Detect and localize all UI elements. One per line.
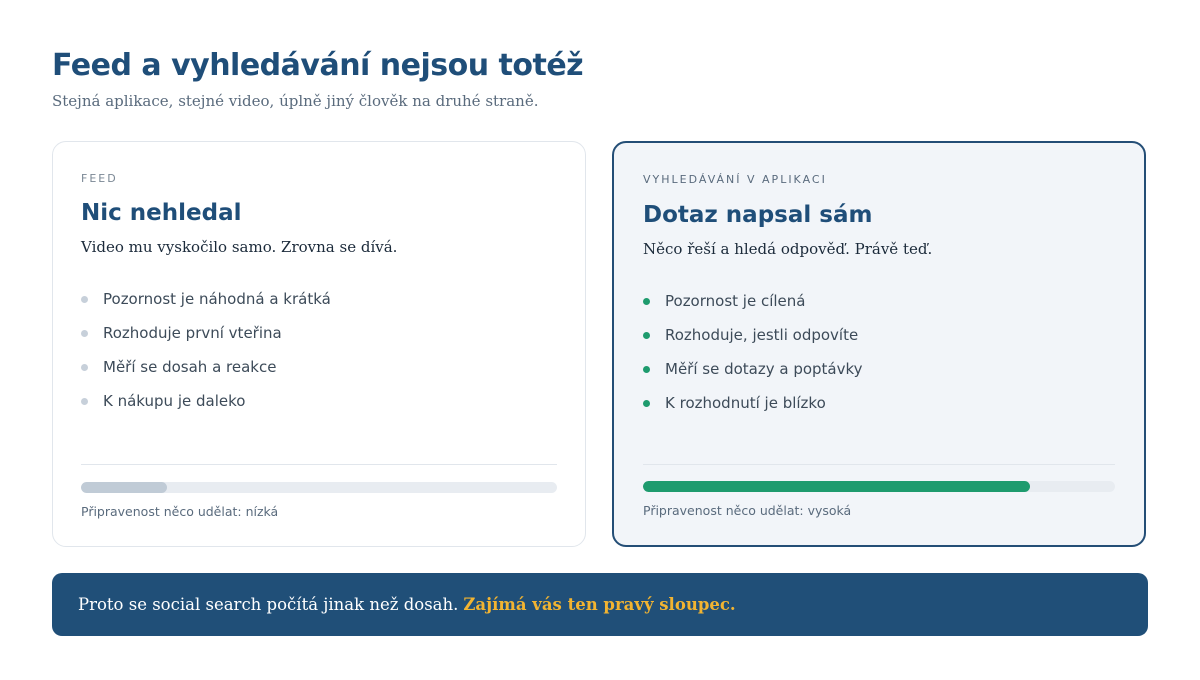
bullet-dot-icon <box>643 399 650 407</box>
bullet-dot-icon <box>81 397 88 405</box>
list-item: Měří se dosah a reakce <box>81 350 331 384</box>
card-divider <box>643 464 1115 465</box>
list-item-label: Měří se dotazy a poptávky <box>665 360 863 378</box>
list-item: K nákupu je daleko <box>81 384 331 418</box>
bullet-dot-icon <box>81 329 88 337</box>
bullet-dot-icon <box>81 295 88 303</box>
feature-list: Pozornost je cílená Rozhoduje, jestli od… <box>643 284 863 420</box>
list-item: Měří se dotazy a poptávky <box>643 352 863 386</box>
card-divider <box>81 464 557 465</box>
list-item-label: Rozhoduje, jestli odpovíte <box>665 326 859 344</box>
feed-card: FEED Nic nehledal Video mu vyskočilo sam… <box>52 141 586 547</box>
card-eyebrow: VYHLEDÁVÁNÍ V APLIKACI <box>643 173 827 186</box>
list-item-label: Rozhoduje první vteřina <box>103 324 282 342</box>
bullet-dot-icon <box>81 363 88 371</box>
list-item: Pozornost je cílená <box>643 284 863 318</box>
list-item-label: Pozornost je náhodná a krátká <box>103 290 331 308</box>
list-item-label: Pozornost je cílená <box>665 292 806 310</box>
readiness-bar <box>643 481 1115 492</box>
card-lede: Video mu vyskočilo samo. Zrovna se dívá. <box>81 238 398 256</box>
card-heading: Dotaz napsal sám <box>643 202 873 228</box>
card-lede: Něco řeší a hledá odpověď. Právě teď. <box>643 240 933 258</box>
readiness-label: Připravenost něco udělat: vysoká <box>643 503 852 518</box>
bullet-dot-icon <box>643 365 650 373</box>
readiness-bar-fill <box>81 482 167 493</box>
list-item-label: Měří se dosah a reakce <box>103 358 277 376</box>
card-eyebrow: FEED <box>81 172 118 185</box>
page-title: Feed a vyhledávání nejsou totéž <box>52 48 584 83</box>
search-card: VYHLEDÁVÁNÍ V APLIKACI Dotaz napsal sám … <box>612 141 1146 547</box>
card-heading: Nic nehledal <box>81 200 242 226</box>
readiness-bar <box>81 482 557 493</box>
bullet-dot-icon <box>643 297 650 305</box>
page-subtitle: Stejná aplikace, stejné video, úplně jin… <box>52 92 539 110</box>
readiness-bar-fill <box>643 481 1031 492</box>
banner-text: Proto se social search počítá jinak než … <box>78 595 459 614</box>
list-item: Pozornost je náhodná a krátká <box>81 282 331 316</box>
bullet-dot-icon <box>643 331 650 339</box>
list-item-label: K rozhodnutí je blízko <box>665 394 826 412</box>
conclusion-banner: Proto se social search počítá jinak než … <box>52 573 1148 636</box>
list-item: Rozhoduje první vteřina <box>81 316 331 350</box>
list-item: K rozhodnutí je blízko <box>643 386 863 420</box>
feature-list: Pozornost je náhodná a krátká Rozhoduje … <box>81 282 331 418</box>
readiness-label: Připravenost něco udělat: nízká <box>81 504 279 519</box>
list-item-label: K nákupu je daleko <box>103 392 246 410</box>
list-item: Rozhoduje, jestli odpovíte <box>643 318 863 352</box>
banner-highlight: Zajímá vás ten pravý sloupec. <box>463 595 736 614</box>
